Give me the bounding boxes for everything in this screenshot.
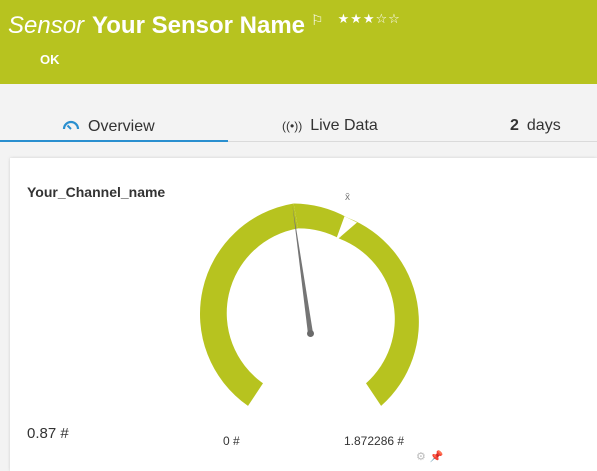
- tab-divider: [228, 141, 597, 142]
- card-tools: ⚙ 📌: [416, 450, 444, 463]
- flag-icon[interactable]: ⚐: [311, 12, 324, 29]
- tab-live-data-label: Live Data: [310, 117, 378, 134]
- gauge-arc-left: [199, 203, 299, 406]
- priority-stars[interactable]: ★★★☆☆: [338, 11, 401, 27]
- tab-overview-label: Overview: [88, 117, 155, 135]
- mean-marker: x̄: [345, 192, 350, 203]
- sensor-header: Sensor Your Sensor Name ⚐ ★★★☆☆ OK: [0, 0, 597, 84]
- gauge-card: Your_Channel_name x̄ 0.87 # 0 # 1.872286…: [10, 158, 597, 471]
- range-unit: days: [526, 117, 561, 134]
- range-selector[interactable]: 2 days: [510, 117, 561, 135]
- gauge-icon: [62, 117, 80, 136]
- status-text: OK: [40, 52, 60, 67]
- active-tab-indicator: [0, 140, 228, 142]
- pin-icon[interactable]: 📌: [430, 450, 444, 463]
- gauge: [199, 203, 419, 406]
- needle-hub: [307, 330, 314, 337]
- sensor-kind: Sensor: [8, 12, 85, 39]
- current-value: 0.87 #: [27, 425, 69, 442]
- settings-icon[interactable]: ⚙: [416, 450, 426, 463]
- gauge-arc-right: [339, 217, 419, 406]
- tab-overview[interactable]: Overview: [62, 117, 155, 136]
- gauge-max-label: 1.872286 #: [344, 434, 405, 448]
- sensor-name: Your Sensor Name: [92, 12, 305, 39]
- gauge-min-label: 0 #: [223, 434, 240, 448]
- title-row: Sensor Your Sensor Name ⚐ ★★★☆☆: [8, 11, 401, 40]
- tab-live-data[interactable]: ((•)) Live Data: [282, 117, 378, 135]
- range-number: 2: [510, 117, 519, 134]
- tab-bar: Overview ((•)) Live Data 2 days: [0, 84, 597, 144]
- broadcast-icon: ((•)): [282, 119, 303, 133]
